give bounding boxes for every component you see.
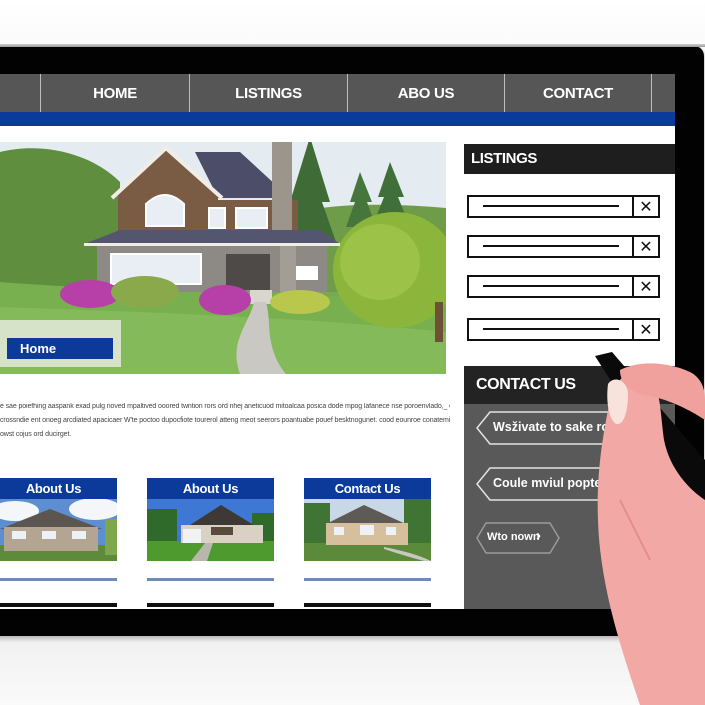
hero-home-button[interactable]: Home (7, 338, 113, 359)
card-title[interactable]: About Us (147, 478, 274, 499)
listing-row: ✕ (467, 318, 660, 341)
contact-option-label: Coule mviul popters (493, 476, 614, 490)
website-screen: HOME LISTINGS ABO US CONTACT Home e sae … (0, 74, 675, 609)
card-title[interactable]: Contact Us (304, 478, 431, 499)
paragraph-line: crossndie ent onoeg arcdiated apacicaer … (0, 417, 450, 424)
contact-option-button[interactable]: Coule mviul popters (476, 467, 636, 501)
main-nav: HOME LISTINGS ABO US CONTACT (0, 74, 675, 112)
card-contact[interactable]: Contact Us (304, 478, 431, 607)
house-thumbnail (0, 499, 117, 561)
nav-item-about[interactable]: ABO US (348, 74, 505, 112)
listing-input[interactable] (469, 320, 634, 339)
card-title[interactable]: About Us (0, 478, 117, 499)
listing-input-line (483, 328, 619, 330)
intro-paragraph: e sae poiefhing aaspank exad pulg noved … (0, 400, 450, 442)
contact-next-button[interactable]: Wto nown › (476, 522, 560, 554)
nav-item-tail[interactable] (652, 74, 675, 112)
listings-heading: LISTINGS (464, 144, 675, 174)
contact-option-label: Wsživate to sake ro (493, 420, 610, 434)
card-divider (304, 603, 431, 607)
card-image (147, 499, 274, 561)
listing-input[interactable] (469, 277, 634, 296)
listing-row: ✕ (467, 235, 660, 258)
contact-heading: CONTACT US (464, 366, 675, 404)
card-divider (147, 603, 274, 607)
card-link-line[interactable] (147, 578, 274, 581)
listing-input[interactable] (469, 237, 634, 256)
paragraph-line: e sae poiefhing aaspank exad pulg noved … (0, 403, 450, 410)
close-icon[interactable]: ✕ (634, 237, 658, 256)
listing-input-line (483, 205, 619, 207)
chevron-right-icon: › (536, 527, 541, 544)
card-divider (0, 603, 117, 607)
nav-accent-strip (0, 112, 675, 126)
listing-input-line (483, 285, 619, 287)
contact-panel: CONTACT US Wsživate to sake ro Coule mvi… (464, 366, 675, 609)
listing-row: ✕ (467, 195, 660, 218)
nav-item-listings[interactable]: LISTINGS (190, 74, 348, 112)
contact-next-label: Wto nown (487, 531, 540, 543)
tablet-top-edge (0, 44, 705, 47)
house-thumbnail (304, 499, 431, 561)
nav-item-contact[interactable]: CONTACT (505, 74, 652, 112)
close-icon[interactable]: ✕ (634, 197, 658, 216)
card-link-line[interactable] (304, 578, 431, 581)
contact-option-button[interactable]: Wsživate to sake ro (476, 411, 636, 445)
card-about-1[interactable]: About Us (0, 478, 117, 607)
paragraph-line: owst cojus ord ducirget. (0, 431, 72, 438)
nav-item-home[interactable]: HOME (41, 74, 190, 112)
card-image (304, 499, 431, 561)
listing-input[interactable] (469, 197, 634, 216)
listing-row: ✕ (467, 275, 660, 298)
house-thumbnail (147, 499, 274, 561)
card-image (0, 499, 117, 561)
close-icon[interactable]: ✕ (634, 320, 658, 339)
card-link-line[interactable] (0, 578, 117, 581)
card-about-2[interactable]: About Us (147, 478, 274, 607)
listing-input-line (483, 245, 619, 247)
close-icon[interactable]: ✕ (634, 277, 658, 296)
nav-item-blank[interactable] (0, 74, 41, 112)
